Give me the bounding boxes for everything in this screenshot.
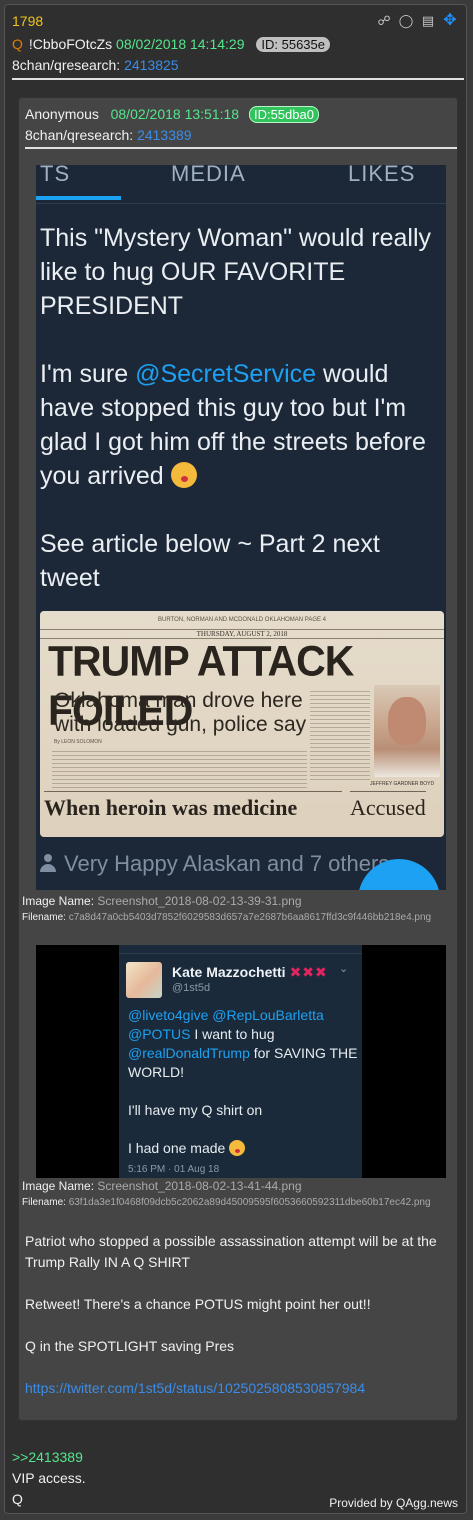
author-name-text: Kate Mazzochetti <box>172 964 286 980</box>
active-tab-indicator <box>36 196 121 200</box>
x-marks-icon: ✖✖✖ <box>289 964 328 980</box>
paper-secondary-headline: When heroin was medicine <box>44 791 342 821</box>
q-label: Q <box>12 36 23 52</box>
newspaper-clipping: BURTON, NORMAN AND MCDONALD OKLAHOMAN PA… <box>40 611 444 837</box>
body-paragraph: Retweet! There's a chance POTUS might po… <box>25 1296 371 1312</box>
paper-byline: By LEON SOLOMON <box>54 739 102 745</box>
header-divider <box>12 78 464 80</box>
mugshot-caption: JEFFREY GARDNER BOYD <box>370 781 435 787</box>
post-toolbar: ☍ ◯ ▤ ✥ <box>376 13 458 29</box>
image1-filename: Filename: c7a8d47a0cb5403d7852f6029583d6… <box>22 912 431 923</box>
profile-tabs: TS MEDIA LIKES <box>36 165 446 204</box>
secretservice-mention: @SecretService <box>135 360 317 388</box>
filename-label: Filename: <box>22 1197 66 1208</box>
share-icon[interactable]: ☍ <box>376 13 392 29</box>
post-header: Q !CbboFOtcZs 08/02/2018 14:14:29 ID: 556… <box>12 36 330 52</box>
body-paragraph: Patriot who stopped a possible assassina… <box>25 1233 437 1270</box>
quoted-board: 8chan/qresearch: 2413389 <box>25 127 192 143</box>
reply-line: VIP access. <box>12 1470 86 1486</box>
document-icon[interactable]: ▤ <box>420 13 436 29</box>
liked-by-text: Very Happy Alaskan and 7 others <box>64 851 390 876</box>
image1-name: Image Name: Screenshot_2018-08-02-13-39-… <box>22 894 302 908</box>
quoted-board-label: 8chan/qresearch: <box>25 127 134 143</box>
body-paragraph: Q in the SPOTLIGHT saving Pres <box>25 1338 235 1354</box>
quoted-post: Anonymous 08/02/2018 13:51:18 ID:55dba0 … <box>18 97 458 1421</box>
tweet-timestamp: 5:16 PM · 01 Aug 18 <box>128 1164 220 1175</box>
image-name-value: Screenshot_2018-08-02-13-39-31.png <box>97 894 302 908</box>
tweet-card-top <box>119 945 362 954</box>
post-board: 8chan/qresearch: 2413825 <box>12 57 179 73</box>
post-id-badge: ID: 55635e <box>256 37 330 52</box>
glasses-icon[interactable]: ◯ <box>398 13 414 29</box>
post-number: 1798 <box>12 13 44 29</box>
paper-subhead: Oklahoma man drove here with loaded gun,… <box>54 689 307 736</box>
tweet-paragraph-3: See article below ~ Part 2 next tweet <box>40 530 387 592</box>
kiss-emoji-icon <box>229 1140 246 1156</box>
mugshot-photo <box>374 685 440 777</box>
attached-screenshot-1[interactable]: TS MEDIA LIKES This "Mystery Woman" woul… <box>36 165 446 890</box>
image2-name: Image Name: Screenshot_2018-08-02-13-41-… <box>22 1179 302 1193</box>
provided-by-footer: Provided by QAgg.news <box>329 1496 458 1510</box>
quoted-id-badge: ID:55dba0 <box>248 106 319 123</box>
tweet-author-name: Kate Mazzochetti ✖✖✖ <box>172 964 328 981</box>
board-label: 8chan/qresearch: <box>12 57 121 73</box>
image-name-label: Image Name: <box>22 1179 95 1193</box>
quoted-body: Patriot who stopped a possible assassina… <box>25 1231 451 1420</box>
quoted-board-link[interactable]: 2413389 <box>137 127 192 143</box>
tweet-body-3: I'll have my Q shirt on <box>128 1102 263 1118</box>
tab-media: MEDIA <box>171 165 246 186</box>
tweet-paragraph-1: This "Mystery Woman" would really like t… <box>40 224 438 320</box>
kiss-emoji-icon <box>170 462 197 488</box>
tweet-paragraph-2a: I'm sure <box>40 360 136 388</box>
board-post-link[interactable]: 2413825 <box>124 57 179 73</box>
q-reply: >>2413389 VIP access. Q <box>12 1447 86 1510</box>
tweet-text: This "Mystery Woman" would really like t… <box>40 221 444 595</box>
reply-reference-link[interactable]: >>2413389 <box>12 1447 86 1468</box>
q-post-card: 1798 ☍ ◯ ▤ ✥ Q !CbboFOtcZs 08/02/2018 14:… <box>4 4 467 1514</box>
reply-signature: Q <box>12 1491 23 1507</box>
post-date: 08/02/2018 14:14:29 <box>116 36 245 52</box>
move-icon[interactable]: ✥ <box>442 13 458 29</box>
avatar <box>126 962 162 998</box>
tripcode: !CbboFOtcZs <box>28 36 113 52</box>
image-name-value: Screenshot_2018-08-02-13-41-44.png <box>97 1179 302 1193</box>
quoted-author: Anonymous <box>25 106 99 122</box>
paper-side-column <box>310 691 370 781</box>
twitter-link[interactable]: https://twitter.com/1st5d/status/1025025… <box>25 1380 365 1396</box>
tweet-body-4: I had one made <box>128 1140 230 1156</box>
person-icon <box>40 854 56 872</box>
filename-value: c7a8d47a0cb5403d7852f6029583d657a7e2687b… <box>68 912 432 923</box>
paper-accused-headline: Accused <box>350 791 426 821</box>
filename-label: Filename: <box>22 912 66 923</box>
tweet-author-handle: @1st5d <box>172 982 211 994</box>
tweet-body-1: I want to hug <box>190 1026 279 1042</box>
tweet-card: Kate Mazzochetti ✖✖✖ @1st5d ⌄ @livetо4giv… <box>119 945 362 1178</box>
filename-value: 63f1da3e1f0468f09dcb5c2062a89d45009595f6… <box>68 1197 431 1208</box>
paper-columns <box>52 751 307 789</box>
tab-tweets: TS <box>40 165 71 186</box>
tab-likes: LIKES <box>348 165 416 186</box>
liked-by-row: Very Happy Alaskan and 7 others <box>40 851 389 877</box>
quoted-header: Anonymous 08/02/2018 13:51:18 ID:55dba0 <box>25 106 319 123</box>
chevron-down-icon: ⌄ <box>339 963 349 975</box>
quoted-divider <box>25 147 457 149</box>
paper-masthead: BURTON, NORMAN AND MCDONALD OKLAHOMAN PA… <box>157 617 327 623</box>
tweet-body: @livetо4give @RepLouBarletta @POTUS I wa… <box>128 1006 360 1158</box>
image-name-label: Image Name: <box>22 894 95 908</box>
quoted-date: 08/02/2018 13:51:18 <box>110 106 240 122</box>
trump-mention: @realDonaldTrump <box>128 1045 250 1061</box>
image2-filename: Filename: 63f1da3e1f0468f09dcb5c2062a89d… <box>22 1197 431 1208</box>
attached-screenshot-2[interactable]: Kate Mazzochetti ✖✖✖ @1st5d ⌄ @livetо4giv… <box>36 945 446 1178</box>
